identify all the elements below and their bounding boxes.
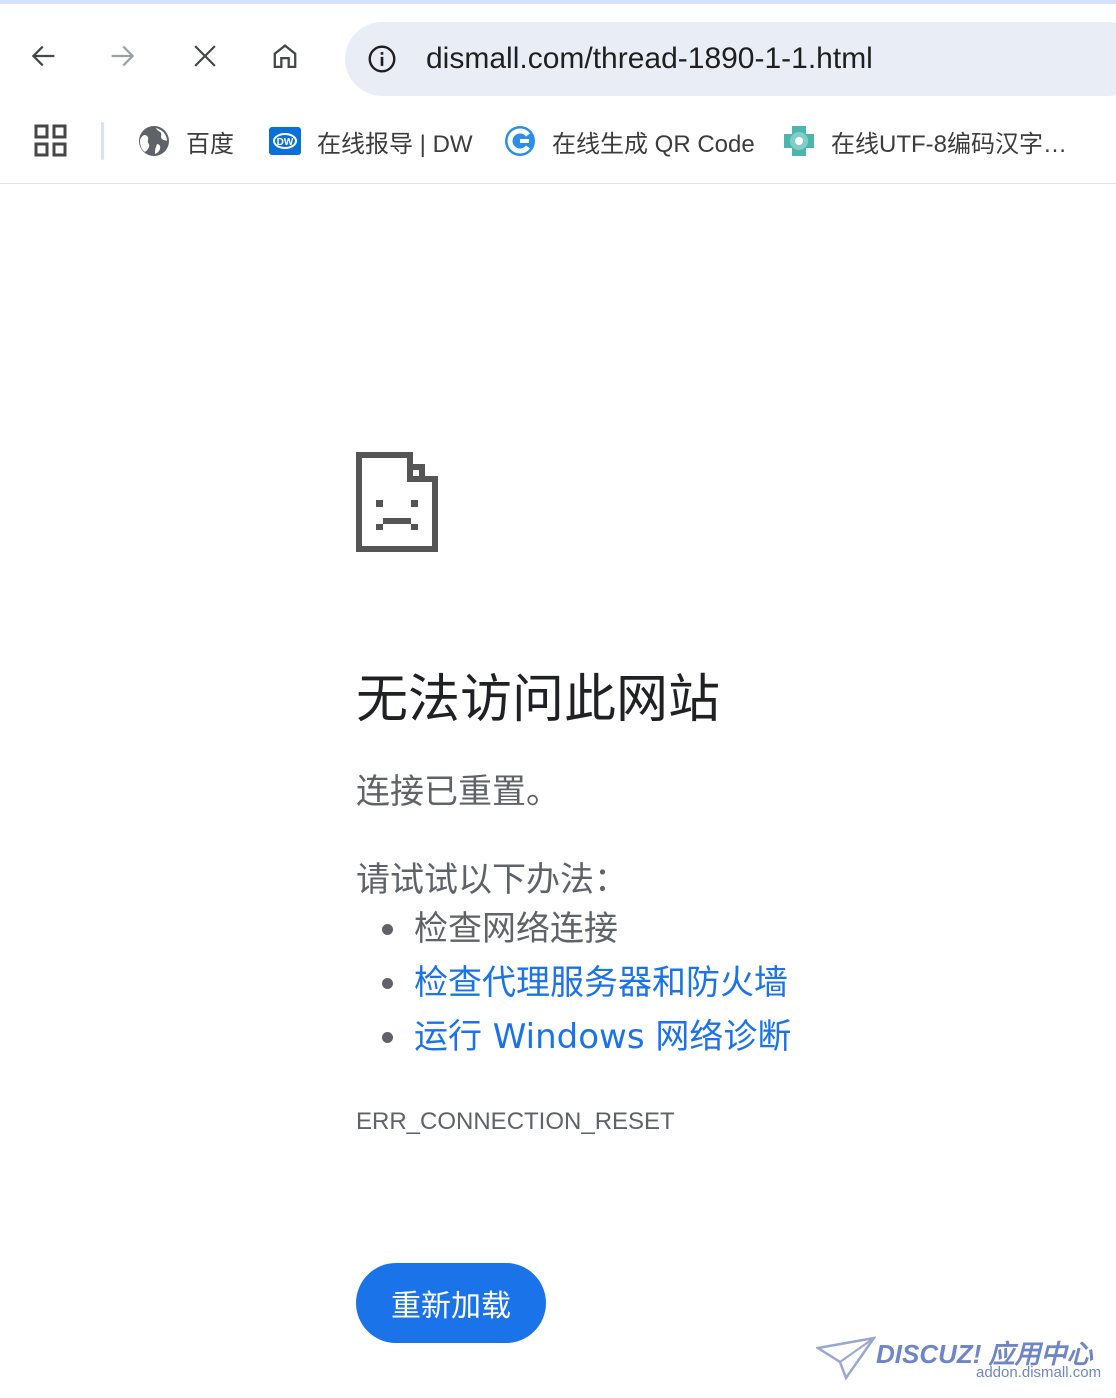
suggestion-text[interactable]: 运行 Windows 网络诊断	[414, 1017, 791, 1057]
bookmark-label: 在线UTF-8编码汉字互...	[831, 130, 1081, 158]
bullet	[382, 978, 393, 989]
forward-arrow-icon	[111, 45, 135, 67]
back-button[interactable]	[13, 26, 73, 86]
suggestions-heading: 请试试以下办法：	[356, 860, 628, 900]
sad-document-icon	[356, 452, 438, 552]
gear-puzzle-icon	[782, 124, 816, 158]
bookmarks-bar: 百度 DW 在线报导 | DW 在线生成 QR Code 在线UTF-8编码汉字…	[0, 102, 1116, 184]
suggestion-text[interactable]: 检查代理服务器和防火墙	[414, 963, 788, 1003]
home-button[interactable]	[255, 26, 315, 86]
bookmark-utf8[interactable]: 在线UTF-8编码汉字互...	[782, 118, 1082, 164]
bullet	[382, 1032, 393, 1043]
suggestion-check-proxy-firewall-link[interactable]: 检查代理服务器和防火墙	[382, 958, 791, 1012]
paper-plane-icon	[816, 1336, 876, 1381]
suggestion-network-diagnostics-link[interactable]: 运行 Windows 网络诊断	[382, 1012, 791, 1066]
bookmark-label: 百度	[186, 130, 234, 158]
bookmark-label: 在线生成 QR Code	[552, 130, 755, 158]
error-description: 连接已重置。	[356, 772, 560, 812]
suggestions-list: 检查网络连接 检查代理服务器和防火墙 运行 Windows 网络诊断	[382, 904, 791, 1066]
watermark-domain: addon.dismall.com	[976, 1364, 1102, 1381]
stop-loading-button[interactable]	[175, 26, 235, 86]
home-icon	[273, 44, 297, 69]
bookmark-qr-code[interactable]: 在线生成 QR Code	[503, 118, 755, 164]
bookmarks-separator	[101, 122, 104, 160]
discuz-watermark: DISCUZ! 应用中心 addon.dismall.com	[816, 1330, 1106, 1390]
forward-button[interactable]	[93, 26, 153, 86]
back-arrow-icon	[31, 45, 55, 67]
stop-loading-icon	[194, 45, 216, 67]
svg-text:DW: DW	[277, 137, 294, 148]
dw-logo-icon: DW	[268, 124, 302, 158]
suggestion-text: 检查网络连接	[414, 909, 618, 949]
bookmark-baidu[interactable]: 百度	[137, 118, 234, 164]
browser-toolbar: dismall.com/thread-1890-1-1.html	[0, 4, 1116, 102]
address-bar[interactable]: dismall.com/thread-1890-1-1.html	[345, 22, 1116, 96]
bookmark-dw[interactable]: DW 在线报导 | DW	[268, 118, 473, 164]
apps-grid-icon[interactable]	[33, 123, 69, 159]
error-title: 无法访问此网站	[356, 670, 721, 730]
info-icon[interactable]	[365, 42, 399, 76]
reload-button[interactable]: 重新加载	[356, 1263, 546, 1343]
suggestion-check-network: 检查网络连接	[382, 904, 791, 958]
bookmark-label: 在线报导 | DW	[317, 130, 473, 158]
globe-icon	[137, 124, 171, 158]
url-text[interactable]: dismall.com/thread-1890-1-1.html	[426, 42, 873, 76]
bullet	[382, 924, 393, 935]
qr-site-icon	[503, 124, 537, 158]
error-code: ERR_CONNECTION_RESET	[356, 1108, 675, 1135]
